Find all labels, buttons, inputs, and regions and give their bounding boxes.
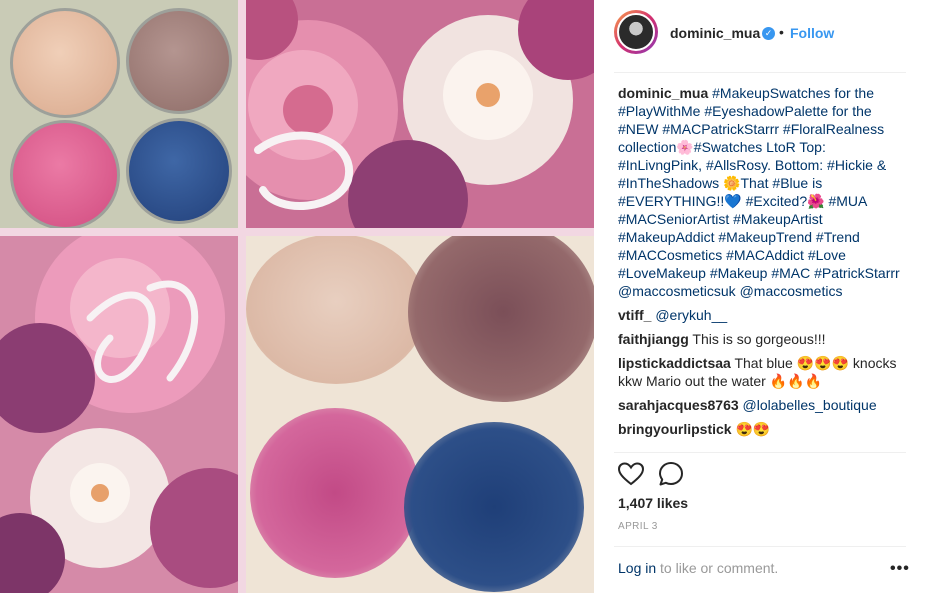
follow-button[interactable]: Follow	[790, 25, 834, 41]
arm-swatch-taupe	[408, 228, 594, 402]
swatch-blue	[126, 118, 232, 224]
comment-username[interactable]: bringyourlipstick	[618, 421, 732, 437]
floral-image-top	[238, 0, 594, 228]
caption-username[interactable]: dominic_mua	[618, 85, 708, 101]
comment-text: @lolabelles_boutique	[742, 397, 877, 413]
actions-divider	[614, 452, 906, 453]
collage-divider-vertical	[238, 0, 246, 593]
comment-item: vtiff_ @erykuh__	[618, 306, 908, 324]
avatar[interactable]	[614, 10, 658, 54]
comment-text: This is so gorgeous!!!	[692, 331, 826, 347]
swatch-pink	[10, 120, 120, 228]
comment-item: faithjiangg This is so gorgeous!!!	[618, 330, 908, 348]
comment-username[interactable]: sarahjacques8763	[618, 397, 739, 413]
post-date[interactable]: APRIL 3	[618, 521, 658, 532]
comment-icon[interactable]	[658, 461, 684, 492]
login-prompt-text: to like or comment.	[656, 560, 779, 576]
more-options-icon[interactable]: •••	[890, 560, 910, 578]
comment-item: bringyourlipstick 😍😍	[618, 420, 908, 438]
post-photo[interactable]	[0, 0, 594, 593]
caption: dominic_mua #MakeupSwatches for the #Pla…	[618, 84, 908, 300]
arm-swatches	[238, 228, 594, 593]
arm-swatch-blue	[404, 422, 584, 592]
login-link[interactable]: Log in	[618, 560, 656, 576]
heart-icon[interactable]	[617, 462, 645, 491]
comment-text: 😍😍	[735, 421, 771, 437]
comment-username[interactable]: vtiff_	[618, 307, 651, 323]
header-username[interactable]: dominic_mua	[670, 25, 760, 41]
likes-count[interactable]: 1,407 likes	[618, 495, 688, 511]
verified-badge-icon: ✓	[762, 27, 775, 40]
login-prompt: Log in to like or comment.	[618, 560, 778, 576]
comment-text: @erykuh__	[655, 307, 728, 323]
comment-username[interactable]: lipstickaddictsaa	[618, 355, 731, 371]
swatch-taupe	[126, 8, 232, 114]
collage-divider-horizontal	[0, 228, 594, 236]
caption-text: #MakeupSwatches for the #PlayWithMe #Eye…	[618, 85, 900, 299]
header-divider	[614, 72, 906, 73]
comment-item: lipstickaddictsaa That blue 😍😍😍 knocks k…	[618, 354, 908, 390]
comment-username[interactable]: faithjiangg	[618, 331, 689, 347]
arm-swatch-peach	[246, 234, 426, 384]
swatch-peach	[10, 8, 120, 118]
palette-closeup	[0, 0, 238, 228]
separator-dot: •	[779, 24, 784, 40]
comment-item: sarahjacques8763 @lolabelles_boutique	[618, 396, 908, 414]
footer-divider	[614, 546, 906, 547]
arm-swatch-pink	[250, 408, 420, 578]
avatar-image	[617, 13, 655, 51]
post-sidebar: dominic_mua ✓ • Follow dominic_mua #Make…	[594, 0, 926, 593]
floral-image-bottom	[0, 228, 238, 593]
comments-list[interactable]: dominic_mua #MakeupSwatches for the #Pla…	[618, 84, 908, 452]
